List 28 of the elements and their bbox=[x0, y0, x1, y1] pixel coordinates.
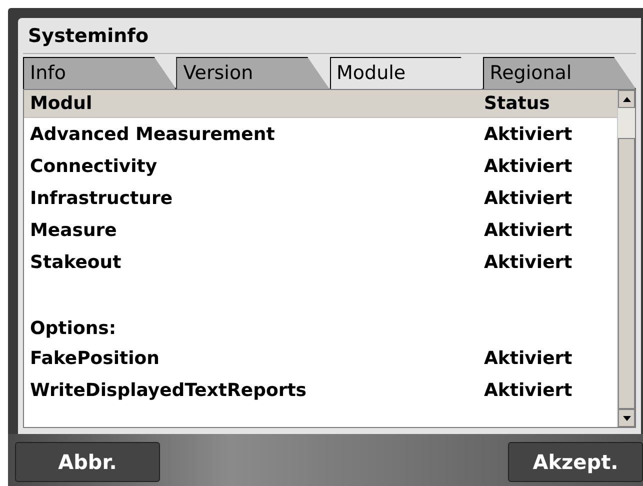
module-name: Stakeout bbox=[29, 250, 122, 274]
module-name: Connectivity bbox=[29, 154, 158, 178]
scroll-thumb[interactable] bbox=[618, 138, 635, 409]
status-cell-text: Aktiviert bbox=[483, 346, 572, 370]
column-header: Status bbox=[483, 92, 550, 116]
status-cell-text: Aktiviert bbox=[483, 218, 572, 242]
module-name: Infrastructure bbox=[29, 186, 174, 210]
module-name: WriteDisplayedTextReports bbox=[29, 378, 308, 402]
tab[interactable]: Regional bbox=[482, 57, 636, 89]
status-cell-text: Aktiviert bbox=[483, 122, 572, 146]
section-label: Options: bbox=[30, 317, 116, 341]
scrollbar[interactable] bbox=[617, 90, 635, 427]
module-name: Advanced Measurement bbox=[29, 122, 276, 146]
scroll-up-icon[interactable] bbox=[618, 90, 635, 108]
status-cell-text: Aktiviert bbox=[483, 378, 572, 402]
tab[interactable]: Version bbox=[176, 57, 330, 89]
status-cell-text: Aktiviert bbox=[483, 250, 572, 274]
module-name: Measure bbox=[29, 218, 118, 242]
scroll-down-icon[interactable] bbox=[618, 409, 635, 427]
window-title: Systeminfo bbox=[23, 18, 636, 54]
cancel-button[interactable]: Abbr. bbox=[15, 442, 160, 482]
column-header: Modul bbox=[29, 92, 94, 116]
status-cell-text: Aktiviert bbox=[483, 186, 572, 210]
module-name: FakePosition bbox=[29, 346, 160, 370]
accept-button[interactable]: Akzept. bbox=[508, 442, 643, 482]
tab[interactable]: Info bbox=[23, 57, 176, 89]
status-cell-text: Aktiviert bbox=[483, 154, 572, 178]
tab[interactable]: Module bbox=[330, 57, 483, 89]
